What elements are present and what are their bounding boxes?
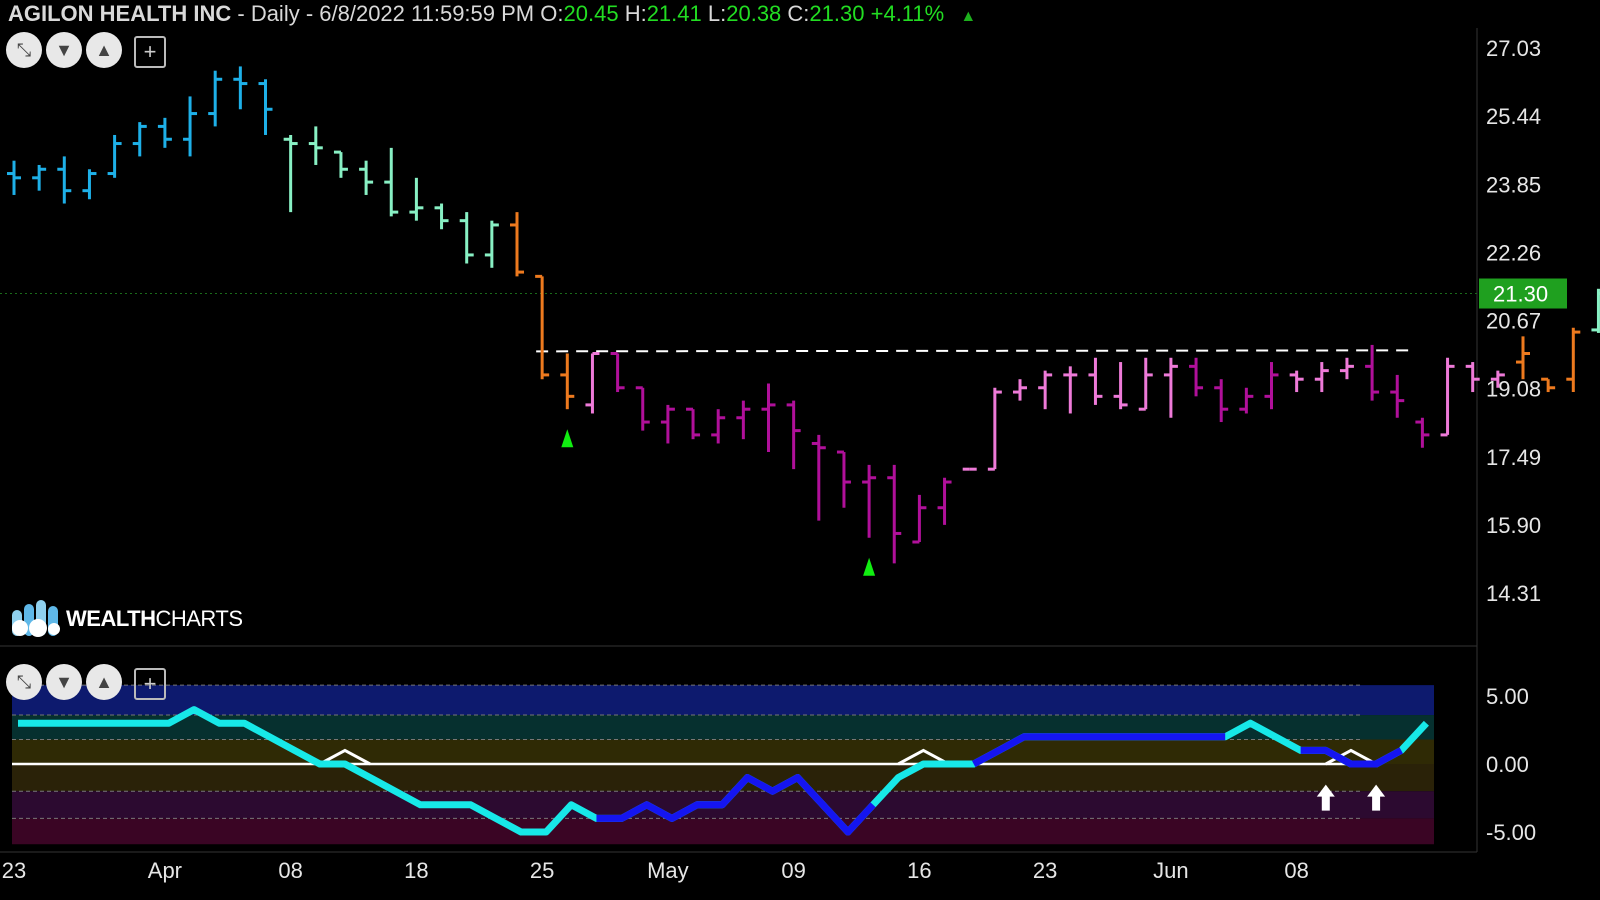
oscillator-axis-label: 5.00 xyxy=(1486,684,1529,709)
date-axis-label: 23 xyxy=(2,858,26,883)
current-price-label: 21.30 xyxy=(1493,282,1548,307)
price-pane-controls: ⤡ ▼ ▲ + xyxy=(6,32,166,68)
date-axis-label: 08 xyxy=(1284,858,1308,883)
oscillator-axis-label: -5.00 xyxy=(1486,820,1536,845)
chevron-down-icon[interactable]: ▼ xyxy=(46,664,82,700)
oscillator-band xyxy=(12,818,1434,845)
price-axis-label: 23.85 xyxy=(1486,172,1541,197)
date-axis-label: May xyxy=(647,858,689,883)
oscillator-pane-controls: ⤡ ▼ ▲ + xyxy=(6,664,166,700)
price-axis-label: 19.08 xyxy=(1486,377,1541,402)
expand-icon[interactable]: ⤡ xyxy=(6,32,42,68)
price-axis-label: 17.49 xyxy=(1486,445,1541,470)
ohlc-bar xyxy=(1516,336,1530,380)
ohlc-bar xyxy=(1591,288,1600,333)
price-axis-label: 15.90 xyxy=(1486,513,1541,538)
date-axis-label: 09 xyxy=(781,858,805,883)
date-axis-label: 25 xyxy=(530,858,554,883)
chevron-up-icon[interactable]: ▲ xyxy=(86,32,122,68)
oscillator-band xyxy=(12,739,1434,764)
price-axis-label: 25.44 xyxy=(1486,104,1541,129)
wealthcharts-logo-icon xyxy=(12,600,60,637)
price-axis-label: 22.26 xyxy=(1486,240,1541,265)
date-axis-label: Apr xyxy=(148,858,182,883)
date-axis-label: Jun xyxy=(1153,858,1188,883)
oscillator-axis-label: 0.00 xyxy=(1486,752,1529,777)
price-axis-label: 27.03 xyxy=(1486,36,1541,61)
chevron-down-icon[interactable]: ▼ xyxy=(46,32,82,68)
price-pane xyxy=(0,28,1477,642)
date-axis-label: 18 xyxy=(404,858,428,883)
date-axis-label: 23 xyxy=(1033,858,1057,883)
ohlc-bar xyxy=(1541,377,1556,393)
chevron-up-icon[interactable]: ▲ xyxy=(86,664,122,700)
chart-canvas: 27.03 25.44 23.85 22.26 20.67 19.08 17.49 15.90… xyxy=(0,28,1600,883)
expand-icon[interactable]: ⤡ xyxy=(6,664,42,700)
oscillator-band xyxy=(12,764,1434,792)
wealthcharts-brand-text: WEALTHCHARTS xyxy=(66,606,243,631)
wealthcharts-logo: WEALTHCHARTS xyxy=(8,598,243,640)
price-axis-label: 20.67 xyxy=(1486,309,1541,334)
add-indicator-icon[interactable]: + xyxy=(134,36,166,68)
price-axis-label: 14.31 xyxy=(1486,581,1541,606)
date-axis-label: 08 xyxy=(278,858,302,883)
add-indicator-icon[interactable]: + xyxy=(134,668,166,700)
ohlc-bar xyxy=(1566,327,1581,393)
date-axis-label: 16 xyxy=(907,858,931,883)
oscillator-band xyxy=(12,685,1434,716)
